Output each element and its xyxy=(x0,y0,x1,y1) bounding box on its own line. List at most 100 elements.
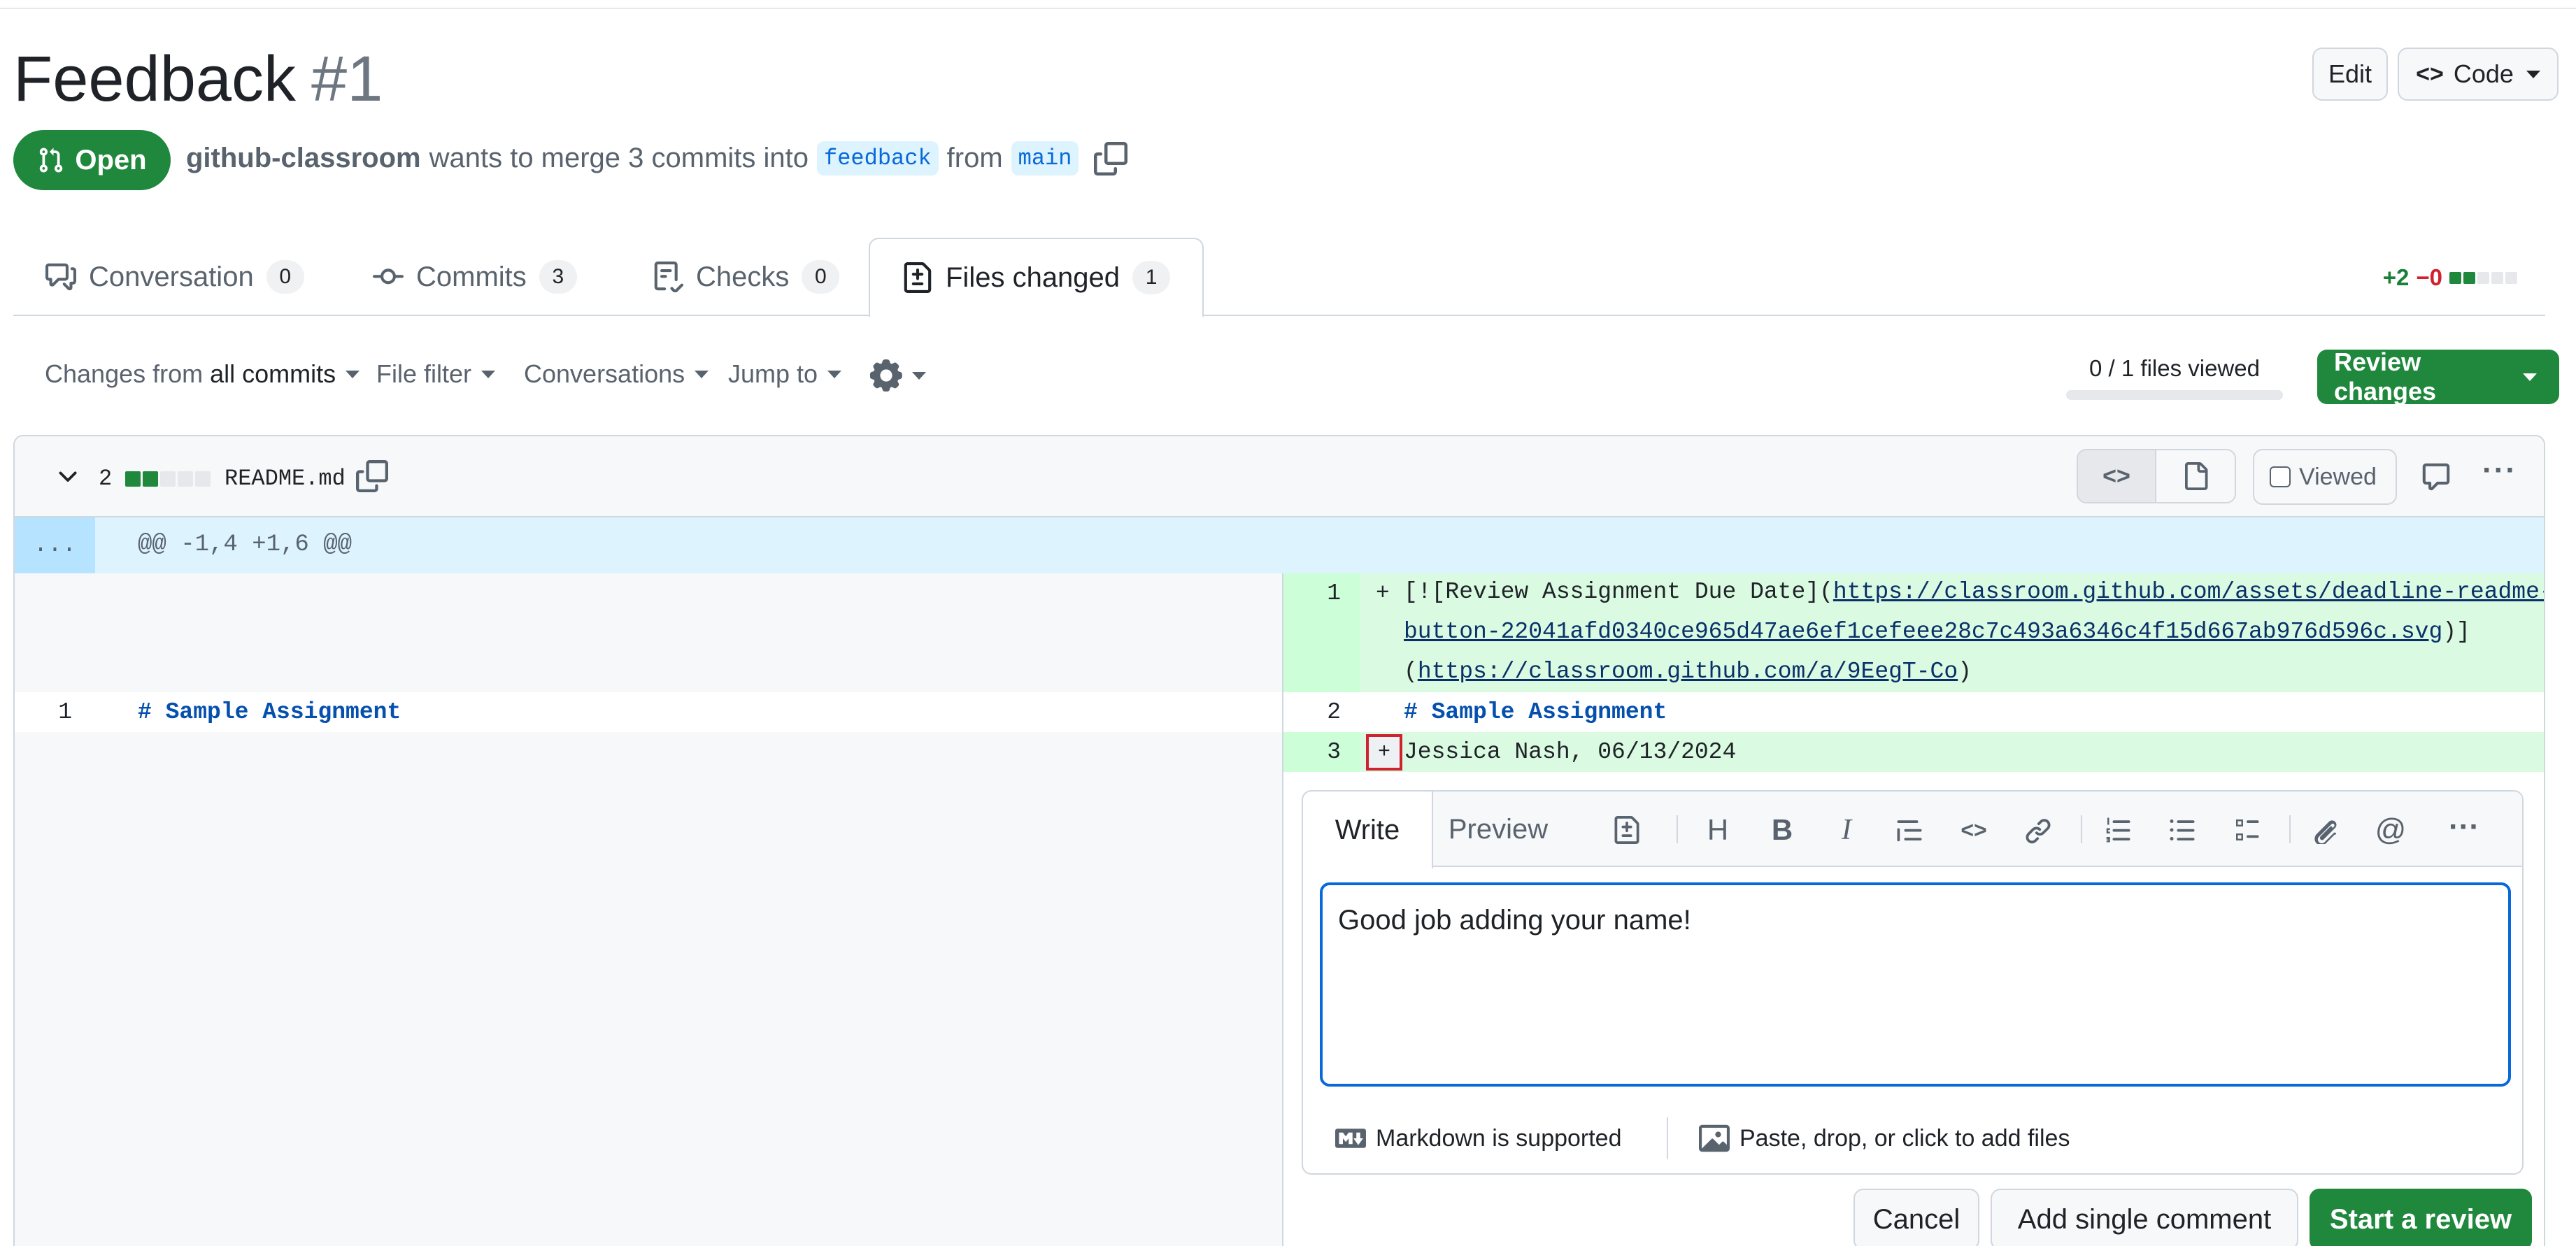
code-link[interactable]: https://classroom.github.com/assets/dead… xyxy=(1833,579,2544,605)
more-options-icon[interactable]: ··· xyxy=(2443,810,2485,845)
link-icon[interactable] xyxy=(2021,812,2056,847)
cancel-button[interactable]: Cancel xyxy=(1853,1189,1979,1246)
pr-number: #1 xyxy=(311,43,383,115)
tab-label: Files changed xyxy=(946,262,1120,293)
code-link[interactable]: button-22041afd0340ce965d47ae6ef1cefeee2… xyxy=(1404,619,2442,645)
diff-settings-dropdown[interactable] xyxy=(870,359,926,392)
review-changes-label: Review changes xyxy=(2334,348,2437,406)
pr-meta: github-classroom wants to merge 3 commit… xyxy=(186,141,1128,176)
conversations-dropdown[interactable]: Conversations xyxy=(524,359,709,389)
tab-count: 1 xyxy=(1132,261,1171,294)
rich-view-icon[interactable] xyxy=(2156,450,2235,502)
tab-commits[interactable]: Commits 3 xyxy=(373,238,577,316)
tab-count: 3 xyxy=(539,260,577,294)
quote-icon[interactable] xyxy=(1892,812,1927,847)
file-name[interactable]: README.md xyxy=(225,466,346,492)
tab-checks[interactable]: Checks 0 xyxy=(653,238,840,316)
pr-title: Feedback xyxy=(13,43,297,115)
jump-to-dropdown[interactable]: Jump to xyxy=(728,359,842,389)
checkbox-box xyxy=(2270,466,2291,487)
add-single-label: Add single comment xyxy=(2017,1203,2272,1235)
line-number[interactable]: 1 xyxy=(1283,580,1341,606)
code-link[interactable]: https://classroom.github.com/a/9EegT-Co xyxy=(1418,659,1958,685)
chevron-down-icon xyxy=(346,370,360,378)
hunk-header: ... @@ -1,4 +1,6 @@ xyxy=(15,517,2544,573)
view-toggle: <> xyxy=(2077,449,2236,503)
code-icon[interactable]: <> xyxy=(1956,812,1991,847)
comment-footer: Markdown is supported Paste, drop, or cl… xyxy=(1303,1099,2522,1175)
mention-icon[interactable]: @ xyxy=(2373,812,2408,847)
markdown-support-link[interactable]: Markdown is supported xyxy=(1335,1123,1622,1154)
start-review-button[interactable]: Start a review xyxy=(2310,1189,2532,1246)
tab-label: Commits xyxy=(416,261,527,292)
chevron-down-icon[interactable] xyxy=(54,463,82,491)
files-viewed-label: 0 / 1 files viewed xyxy=(2089,355,2260,381)
attach-files-link[interactable]: Paste, drop, or click to add files xyxy=(1699,1123,2070,1154)
markdown-icon xyxy=(1335,1129,1366,1148)
pull-request-icon xyxy=(40,148,63,173)
markdown-note: Markdown is supported xyxy=(1376,1124,1622,1152)
code-button[interactable]: <> Code xyxy=(2398,48,2559,101)
deletions-count: −0 xyxy=(2416,264,2442,290)
head-branch[interactable]: main xyxy=(1011,141,1079,176)
file-filter-dropdown[interactable]: File filter xyxy=(376,359,496,389)
gear-icon xyxy=(870,359,902,392)
viewed-checkbox[interactable]: Viewed xyxy=(2253,449,2397,505)
line-code: # Sample Assignment xyxy=(138,699,401,725)
copy-icon[interactable] xyxy=(356,460,388,492)
edit-button[interactable]: Edit xyxy=(2312,48,2388,101)
checklist-icon xyxy=(654,262,683,292)
source-view-icon[interactable]: <> xyxy=(2078,450,2157,502)
comment-discussion-icon xyxy=(45,263,76,291)
review-changes-button[interactable]: Review changes xyxy=(2317,348,2559,406)
attach-icon[interactable] xyxy=(2310,812,2345,847)
changes-from-dropdown[interactable]: Changes from all commits xyxy=(45,359,360,389)
line-number[interactable]: 3 xyxy=(1283,739,1341,765)
line-code: # Sample Assignment xyxy=(1404,699,1667,725)
heading-icon[interactable]: H xyxy=(1700,812,1735,847)
ordered-list-icon[interactable] xyxy=(2100,812,2135,847)
expand-hunk-icon[interactable]: ... xyxy=(15,517,95,573)
italic-icon[interactable]: I xyxy=(1829,812,1864,847)
diff-line: 2 # Sample Assignment xyxy=(1283,692,2544,732)
add-comment-button[interactable]: + xyxy=(1366,734,1402,771)
code-text: ) xyxy=(1958,659,1972,685)
chevron-down-icon xyxy=(695,370,709,378)
tab-preview[interactable]: Preview xyxy=(1433,792,1563,867)
code-text: )] xyxy=(2442,619,2470,645)
code-icon: <> xyxy=(2416,60,2444,87)
bold-icon[interactable]: B xyxy=(1765,812,1800,847)
cancel-label: Cancel xyxy=(1872,1203,1961,1235)
start-review-label: Start a review xyxy=(2329,1203,2512,1235)
unordered-list-icon[interactable] xyxy=(2165,812,2200,847)
add-single-comment-button[interactable]: Add single comment xyxy=(1991,1189,2298,1246)
line-number[interactable]: 1 xyxy=(15,699,72,725)
kebab-menu-icon[interactable]: ··· xyxy=(2482,453,2517,488)
tab-label: Checks xyxy=(696,261,790,292)
status-label: Open xyxy=(75,144,147,176)
author-link[interactable]: github-classroom xyxy=(186,143,421,174)
diffstat: +2 −0 xyxy=(2383,264,2517,291)
file-header: 2 README.md <> Viewed ··· xyxy=(15,436,2544,517)
tab-files-changed[interactable]: Files changed 1 xyxy=(869,238,1204,317)
task-list-icon[interactable] xyxy=(2229,812,2264,847)
diff-line-added: 1 + [![Review Assignment Due Date](https… xyxy=(1283,572,2544,692)
saved-replies-icon[interactable] xyxy=(1609,812,1644,847)
line-code: [![Review Assignment Due Date](https://c… xyxy=(1404,572,2544,692)
line-number[interactable]: 2 xyxy=(1283,699,1341,725)
tab-conversation[interactable]: Conversation 0 xyxy=(45,238,304,316)
tab-label: Conversation xyxy=(89,261,254,292)
from-text: from xyxy=(946,143,1003,173)
header-divider xyxy=(0,0,2576,9)
base-branch[interactable]: feedback xyxy=(817,141,939,176)
tab-count: 0 xyxy=(266,260,304,294)
diff-line: 1 # Sample Assignment xyxy=(15,692,1282,732)
tab-write[interactable]: Write xyxy=(1303,792,1433,868)
line-marker: + xyxy=(1377,740,1390,764)
file-filter-label: File filter xyxy=(376,359,472,388)
copy-icon[interactable] xyxy=(1094,141,1128,176)
viewed-label: Viewed xyxy=(2299,463,2377,490)
comment-textarea[interactable]: Good job adding your name! xyxy=(1320,882,2511,1087)
comment-icon[interactable] xyxy=(2421,461,2452,492)
chevron-down-icon xyxy=(2526,70,2540,78)
